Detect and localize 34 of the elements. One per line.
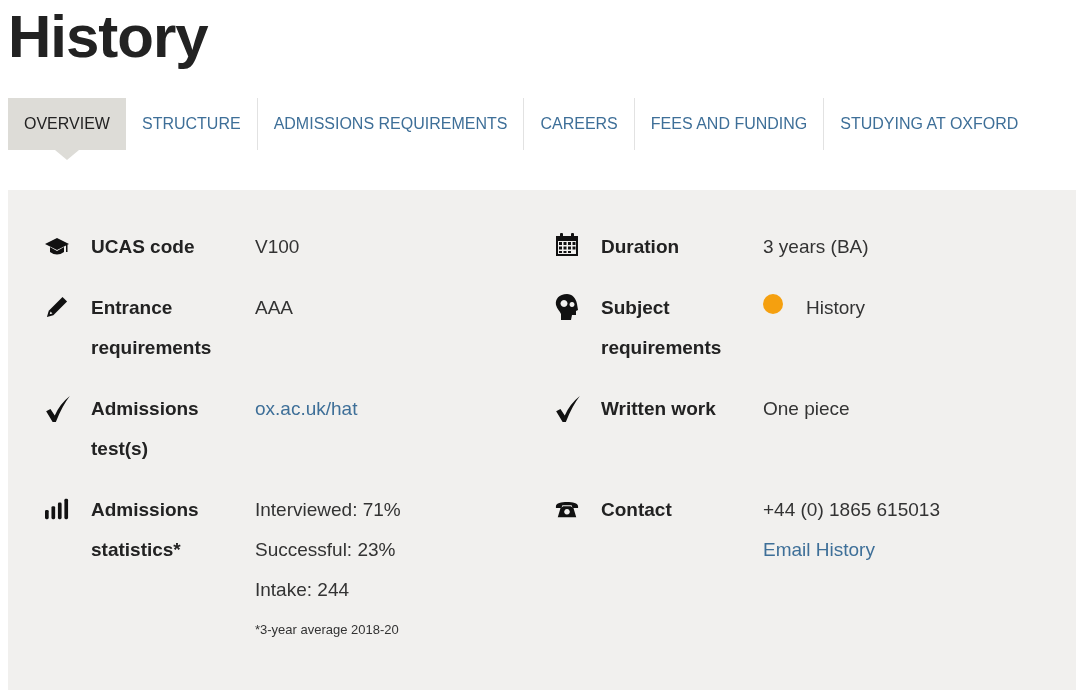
fact-label: Contact (601, 499, 672, 520)
fact-value: +44 (0) 1865 615013 (763, 498, 940, 522)
fact-value: 3 years (BA) (763, 235, 869, 259)
fact-label: Duration (601, 236, 680, 257)
check-icon (555, 395, 581, 423)
fact-value: Intake: 244 (255, 578, 350, 602)
fact-label: Subject requirements (601, 297, 722, 358)
fact-label: UCAS code (91, 236, 195, 257)
subject-name: History (806, 296, 866, 320)
link[interactable]: ox.ac.uk/hat (255, 389, 358, 429)
footnote: *3-year average 2018-20 (255, 621, 399, 639)
fact-value: V100 (255, 235, 300, 259)
fact-value: Interviewed: 71% (255, 498, 401, 522)
link[interactable]: Email History (763, 530, 875, 570)
tab-pointer (54, 150, 79, 160)
fact-label: Written work (601, 398, 716, 419)
pencil-icon (45, 296, 69, 318)
fact-value: AAA (255, 296, 294, 320)
check-icon (45, 395, 71, 423)
head-gears-icon (555, 292, 579, 322)
fact-label: Admissions statistics* (91, 499, 199, 560)
nav-tab[interactable]: STRUCTURE (125, 98, 257, 150)
graduation-cap-icon (45, 235, 69, 257)
calendar-icon (555, 231, 579, 257)
nav-tab[interactable]: CAREERS (523, 98, 634, 150)
page-title: History (8, 2, 209, 72)
nav-tab[interactable]: STUDYING AT OXFORD (823, 98, 1035, 150)
fact-value: One piece (763, 397, 850, 421)
fact-value: Successful: 23% (255, 538, 396, 562)
signal-bars-icon (45, 498, 69, 520)
nav-tab[interactable]: ADMISSIONS REQUIREMENTS (256, 98, 524, 150)
fact-label: Entrance requirements (91, 297, 212, 358)
fact-label: Admissions test(s) (91, 398, 199, 459)
nav-tab[interactable]: FEES AND FUNDING (633, 98, 824, 150)
